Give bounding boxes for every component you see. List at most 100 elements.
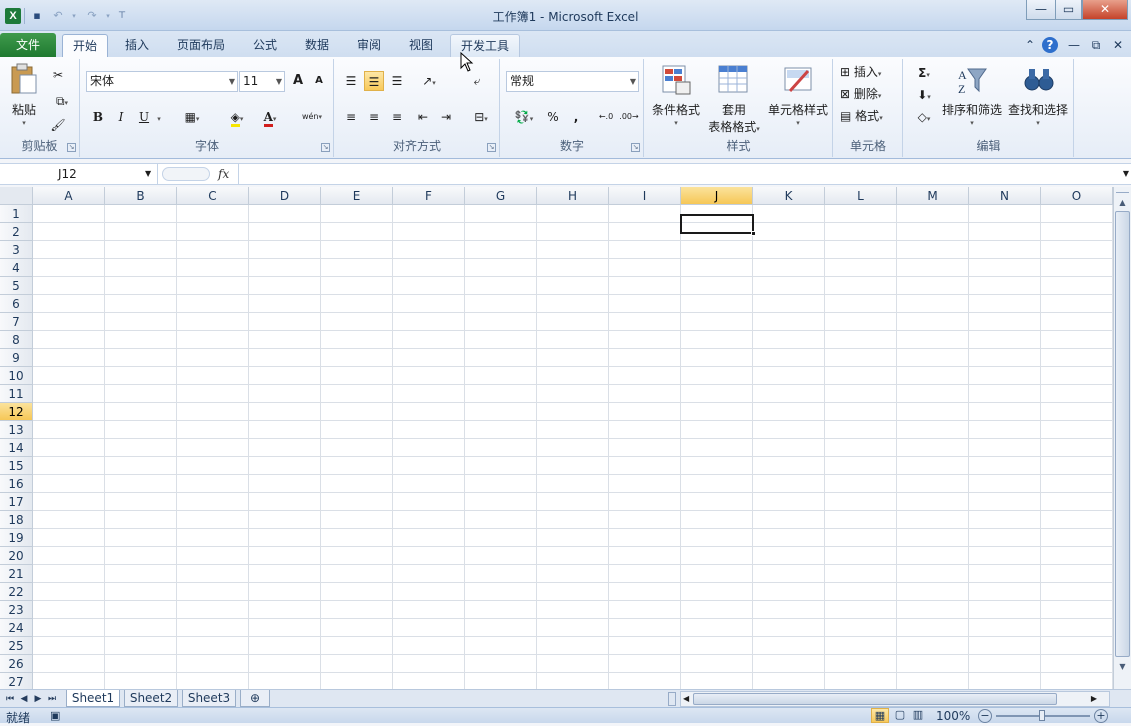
- align-right-icon[interactable]: ≡: [387, 107, 407, 127]
- alignment-launcher-icon[interactable]: ↘: [487, 143, 496, 152]
- fill-handle[interactable]: [751, 231, 756, 236]
- tab-split-handle[interactable]: [668, 692, 676, 706]
- minimize-ribbon-icon[interactable]: ⌃: [1022, 37, 1038, 53]
- zoom-out-icon[interactable]: −: [978, 709, 992, 723]
- sheet-tab-sheet3[interactable]: Sheet3: [182, 690, 236, 707]
- font-color-button[interactable]: A▾: [254, 107, 286, 127]
- comma-style-button[interactable]: ,: [566, 107, 586, 127]
- last-sheet-icon[interactable]: ⏭: [46, 692, 58, 706]
- align-bottom-icon[interactable]: ☰: [387, 71, 407, 91]
- zoom-slider-knob[interactable]: [1039, 710, 1045, 721]
- column-header-k[interactable]: K: [753, 187, 825, 205]
- bold-button[interactable]: B: [88, 107, 108, 127]
- column-header-n[interactable]: N: [969, 187, 1041, 205]
- number-format-dropdown[interactable]: 常规 ▼: [506, 71, 639, 92]
- row-header-25[interactable]: 25: [0, 637, 33, 655]
- tab-formulas[interactable]: 公式: [242, 34, 288, 57]
- row-header-19[interactable]: 19: [0, 529, 33, 547]
- zoom-in-icon[interactable]: +: [1094, 709, 1108, 723]
- sort-filter-button[interactable]: A Z 排序和筛选 ▾: [940, 63, 1004, 137]
- format-as-table-button[interactable]: 套用 表格格式▾: [704, 63, 764, 137]
- zoom-level[interactable]: 100%: [936, 709, 970, 723]
- select-all-button[interactable]: [0, 187, 33, 205]
- column-header-l[interactable]: L: [825, 187, 897, 205]
- tab-view[interactable]: 视图: [398, 34, 444, 57]
- align-left-icon[interactable]: ≡: [341, 107, 361, 127]
- font-size-dropdown[interactable]: 11 ▼: [239, 71, 285, 92]
- expand-formula-bar-icon[interactable]: ▼: [1123, 164, 1129, 184]
- decrease-decimal-icon[interactable]: .00→: [619, 107, 639, 127]
- fill-color-button[interactable]: ◈▾: [221, 107, 253, 127]
- row-header-23[interactable]: 23: [0, 601, 33, 619]
- cell-area[interactable]: [33, 205, 1113, 689]
- merge-center-button[interactable]: ⊟▾: [467, 107, 495, 127]
- help-icon[interactable]: ?: [1042, 37, 1058, 53]
- row-header-11[interactable]: 11: [0, 385, 33, 403]
- format-painter-icon[interactable]: 🖌: [48, 115, 68, 135]
- column-header-e[interactable]: E: [321, 187, 393, 205]
- column-header-m[interactable]: M: [897, 187, 969, 205]
- cell-styles-button[interactable]: 单元格样式 ▾: [766, 63, 830, 137]
- row-header-4[interactable]: 4: [0, 259, 33, 277]
- minimize-button[interactable]: —: [1026, 0, 1056, 20]
- row-header-14[interactable]: 14: [0, 439, 33, 457]
- name-box-dropdown-icon[interactable]: ▼: [145, 164, 151, 184]
- conditional-formatting-button[interactable]: 条件格式 ▾: [648, 63, 704, 137]
- number-launcher-icon[interactable]: ↘: [631, 143, 640, 152]
- row-header-12[interactable]: 12: [0, 403, 33, 421]
- row-header-13[interactable]: 13: [0, 421, 33, 439]
- next-sheet-icon[interactable]: ▶: [32, 692, 44, 706]
- clear-button[interactable]: ◇▾: [910, 107, 938, 127]
- align-center-icon[interactable]: ≡: [364, 107, 384, 127]
- autosum-button[interactable]: Σ▾: [910, 63, 938, 83]
- page-break-view-icon[interactable]: ▥: [909, 708, 927, 721]
- maximize-button[interactable]: ▭: [1055, 0, 1082, 20]
- font-name-dropdown[interactable]: 宋体 ▼: [86, 71, 238, 92]
- window-minimize-icon[interactable]: —: [1066, 37, 1082, 53]
- tab-file[interactable]: 文件: [0, 33, 56, 57]
- borders-button[interactable]: ▦▾: [176, 107, 208, 127]
- normal-view-icon[interactable]: ▦: [871, 708, 889, 723]
- column-header-o[interactable]: O: [1041, 187, 1113, 205]
- prev-sheet-icon[interactable]: ◀: [18, 692, 30, 706]
- increase-decimal-icon[interactable]: ←.0: [596, 107, 616, 127]
- vertical-scrollbar[interactable]: ▲ ▼: [1113, 187, 1131, 689]
- column-header-a[interactable]: A: [33, 187, 105, 205]
- wrap-text-icon[interactable]: ⤶: [467, 71, 487, 91]
- sheet-tab-sheet1[interactable]: Sheet1: [66, 690, 120, 707]
- insert-function-icon[interactable]: fx: [218, 164, 236, 185]
- column-header-c[interactable]: C: [177, 187, 249, 205]
- row-header-2[interactable]: 2: [0, 223, 33, 241]
- row-header-27[interactable]: 27: [0, 673, 33, 689]
- page-layout-view-icon[interactable]: ▢: [891, 708, 909, 721]
- scroll-right-icon[interactable]: ▶: [1091, 692, 1097, 706]
- row-header-22[interactable]: 22: [0, 583, 33, 601]
- vertical-scroll-thumb[interactable]: [1115, 211, 1130, 657]
- cut-icon[interactable]: ✂: [48, 65, 68, 85]
- row-header-15[interactable]: 15: [0, 457, 33, 475]
- insert-sheet-icon[interactable]: ⊕: [240, 690, 270, 707]
- tab-data[interactable]: 数据: [294, 34, 340, 57]
- phonetic-button[interactable]: wén▾: [296, 107, 328, 127]
- align-top-icon[interactable]: ☰: [341, 71, 361, 91]
- row-header-1[interactable]: 1: [0, 205, 33, 223]
- align-middle-icon[interactable]: ☰: [364, 71, 384, 91]
- copy-icon[interactable]: ⧉▾: [48, 91, 76, 111]
- underline-button[interactable]: U: [134, 107, 154, 127]
- italic-button[interactable]: I: [111, 107, 131, 127]
- row-header-26[interactable]: 26: [0, 655, 33, 673]
- formula-bar-resize-handle[interactable]: [162, 167, 210, 181]
- first-sheet-icon[interactable]: ⏮: [4, 692, 16, 706]
- column-header-d[interactable]: D: [249, 187, 321, 205]
- scroll-down-icon[interactable]: ▼: [1115, 659, 1130, 674]
- window-close-icon[interactable]: ✕: [1110, 37, 1126, 53]
- horizontal-scrollbar[interactable]: ◀ ▶: [680, 691, 1110, 707]
- horizontal-scroll-thumb[interactable]: [693, 693, 1057, 705]
- row-header-7[interactable]: 7: [0, 313, 33, 331]
- tab-insert[interactable]: 插入: [114, 34, 160, 57]
- orientation-button[interactable]: ↗▾: [415, 71, 443, 91]
- insert-cells-button[interactable]: ⊞ 插入▾: [840, 63, 900, 83]
- font-launcher-icon[interactable]: ↘: [321, 143, 330, 152]
- macro-record-icon[interactable]: ▣: [50, 709, 60, 722]
- fill-button[interactable]: ⬇▾: [910, 85, 938, 105]
